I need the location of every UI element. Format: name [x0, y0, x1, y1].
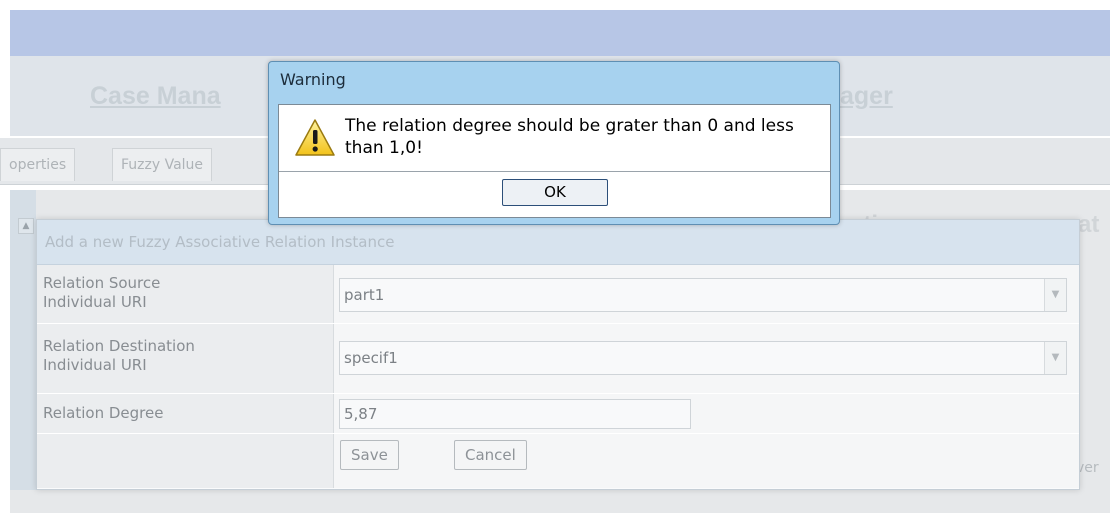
left-panel	[10, 190, 36, 490]
relation-degree-row: Relation Degree 5,87	[37, 394, 1079, 434]
source-uri-label-line2: Individual URI	[43, 293, 147, 311]
form-actions-row: Save Cancel	[37, 434, 1079, 488]
scroll-up-arrow-icon[interactable]: ▲	[18, 218, 34, 234]
source-uri-combo[interactable]: part1 ▼	[339, 278, 1067, 312]
destination-uri-label-line2: Individual URI	[43, 356, 147, 374]
destination-uri-label-line1: Relation Destination	[43, 337, 195, 355]
warning-dialog: Warning The relation degree should be gr…	[268, 61, 840, 225]
app-title-link-end[interactable]: ager	[840, 82, 893, 111]
tab-fuzzy-valued[interactable]: Fuzzy Value	[112, 148, 213, 181]
relation-degree-label: Relation Degree	[43, 404, 164, 422]
warning-separator	[279, 171, 830, 172]
relation-degree-value: 5,87	[344, 405, 378, 423]
add-relation-dialog-title: Add a new Fuzzy Associative Relation Ins…	[45, 233, 395, 251]
warning-icon	[295, 119, 335, 156]
source-uri-value: part1	[344, 286, 385, 304]
add-relation-dialog: Add a new Fuzzy Associative Relation Ins…	[36, 219, 1080, 490]
warning-message: The relation degree should be grater tha…	[345, 116, 794, 158]
source-uri-label-line1: Relation Source	[43, 274, 161, 292]
ok-button[interactable]: OK	[502, 179, 608, 206]
destination-uri-value: specif1	[344, 349, 398, 367]
cancel-button[interactable]: Cancel	[454, 440, 527, 470]
background-heading-end: at	[1078, 211, 1100, 238]
chevron-down-icon[interactable]: ▼	[1044, 342, 1066, 374]
warning-dialog-body: The relation degree should be grater tha…	[278, 104, 831, 218]
add-relation-dialog-titlebar[interactable]: Add a new Fuzzy Associative Relation Ins…	[37, 220, 1079, 265]
chevron-down-icon[interactable]: ▼	[1044, 279, 1066, 311]
app-title-link[interactable]: Case Mana	[90, 82, 221, 111]
destination-uri-combo[interactable]: specif1 ▼	[339, 341, 1067, 375]
destination-uri-row: Relation Destination Individual URI spec…	[37, 324, 1079, 394]
warning-dialog-title: Warning	[280, 70, 346, 89]
relation-degree-input[interactable]: 5,87	[339, 399, 691, 429]
save-button[interactable]: Save	[340, 440, 399, 470]
tab-properties[interactable]: operties	[0, 148, 76, 181]
source-uri-row: Relation Source Individual URI part1 ▼	[37, 265, 1079, 324]
top-banner	[10, 10, 1110, 56]
